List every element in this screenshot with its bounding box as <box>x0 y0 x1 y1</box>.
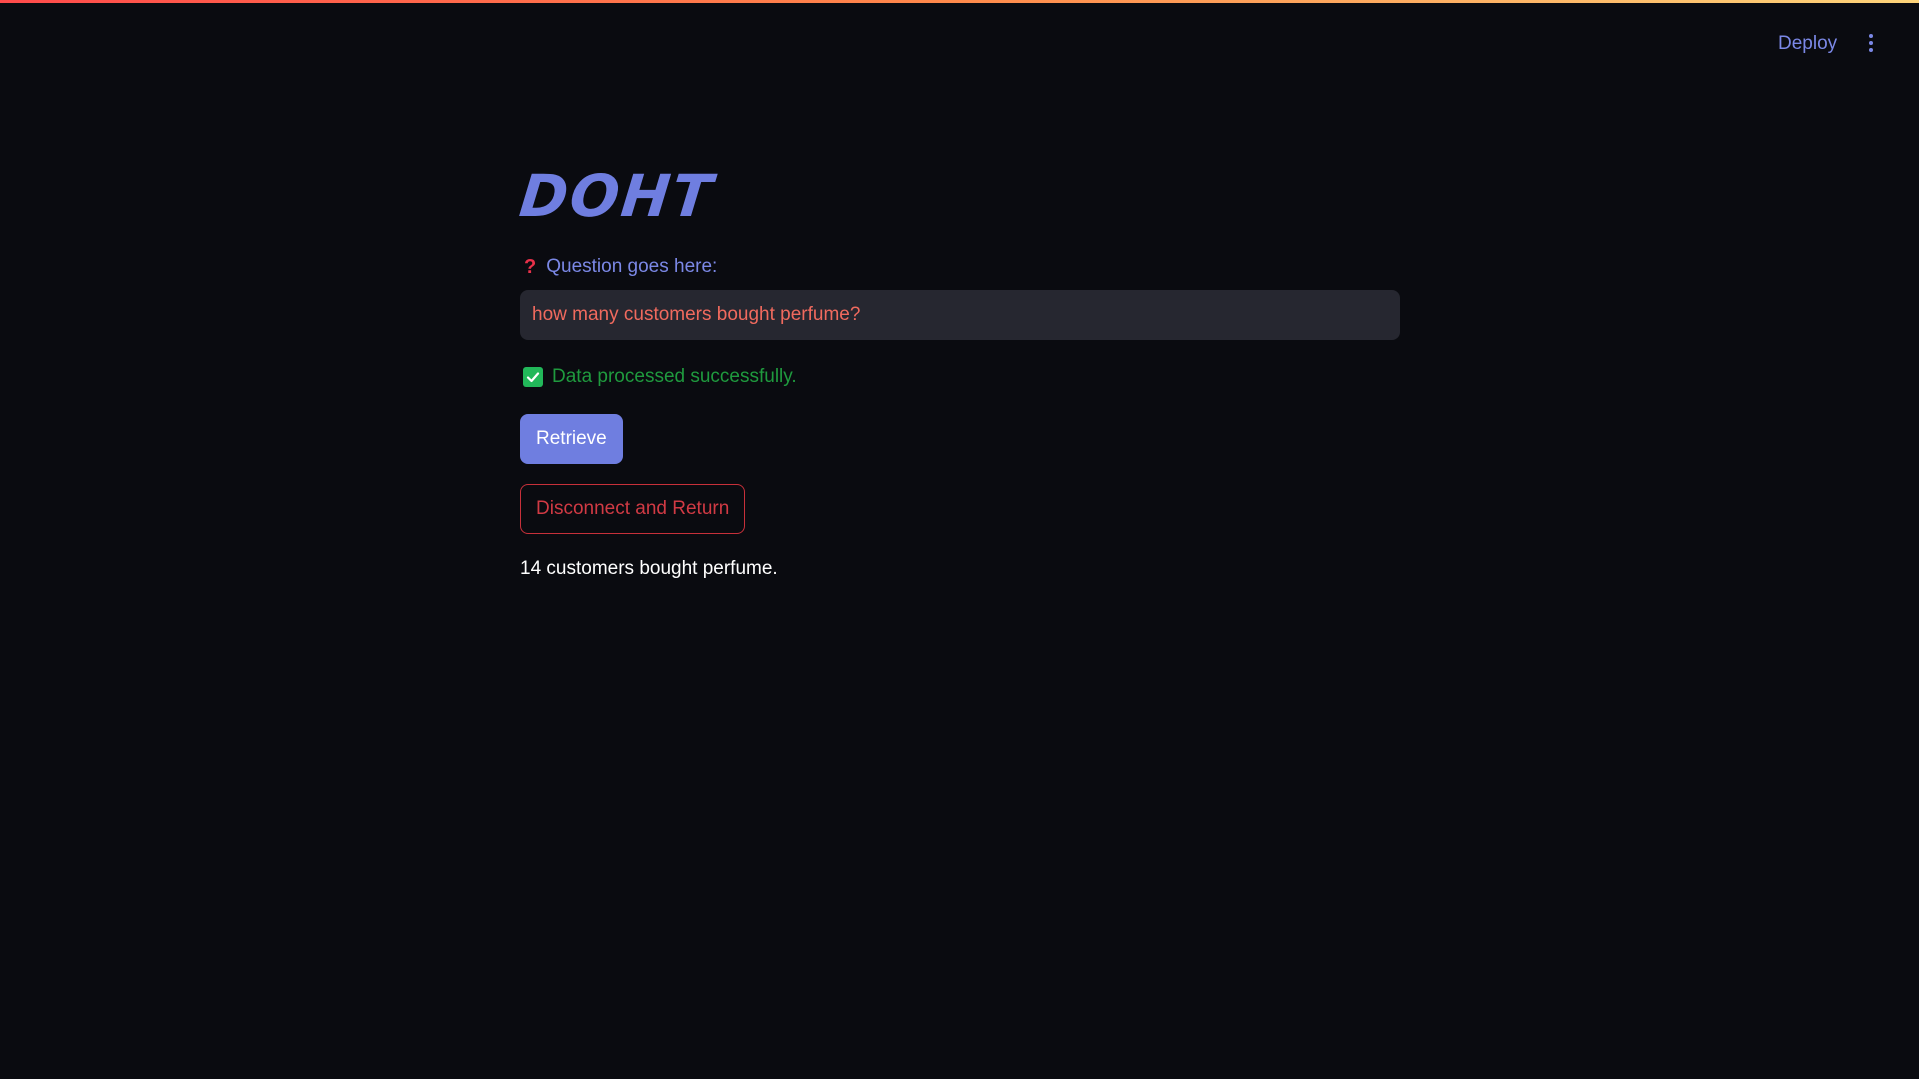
check-icon <box>523 367 543 387</box>
question-mark-icon: ? <box>524 255 537 278</box>
question-input[interactable] <box>520 290 1400 340</box>
app-header: Deploy <box>0 0 1919 90</box>
status-text: Data processed successfully. <box>552 366 797 387</box>
status-message: Data processed successfully. <box>520 364 1400 390</box>
kebab-menu-icon[interactable] <box>1866 34 1876 56</box>
result-text: 14 customers bought perfume. <box>520 558 778 579</box>
question-label: ? Question goes here: <box>520 254 1400 280</box>
disconnect-and-return-button[interactable]: Disconnect and Return <box>520 484 746 534</box>
main-content: DOHT ? Question goes here: Data processe… <box>516 160 1400 580</box>
question-label-text: Question goes here: <box>546 256 718 277</box>
deploy-button[interactable]: Deploy <box>1778 32 1837 56</box>
retrieve-button[interactable]: Retrieve <box>520 414 623 464</box>
page-title: DOHT <box>516 162 718 230</box>
